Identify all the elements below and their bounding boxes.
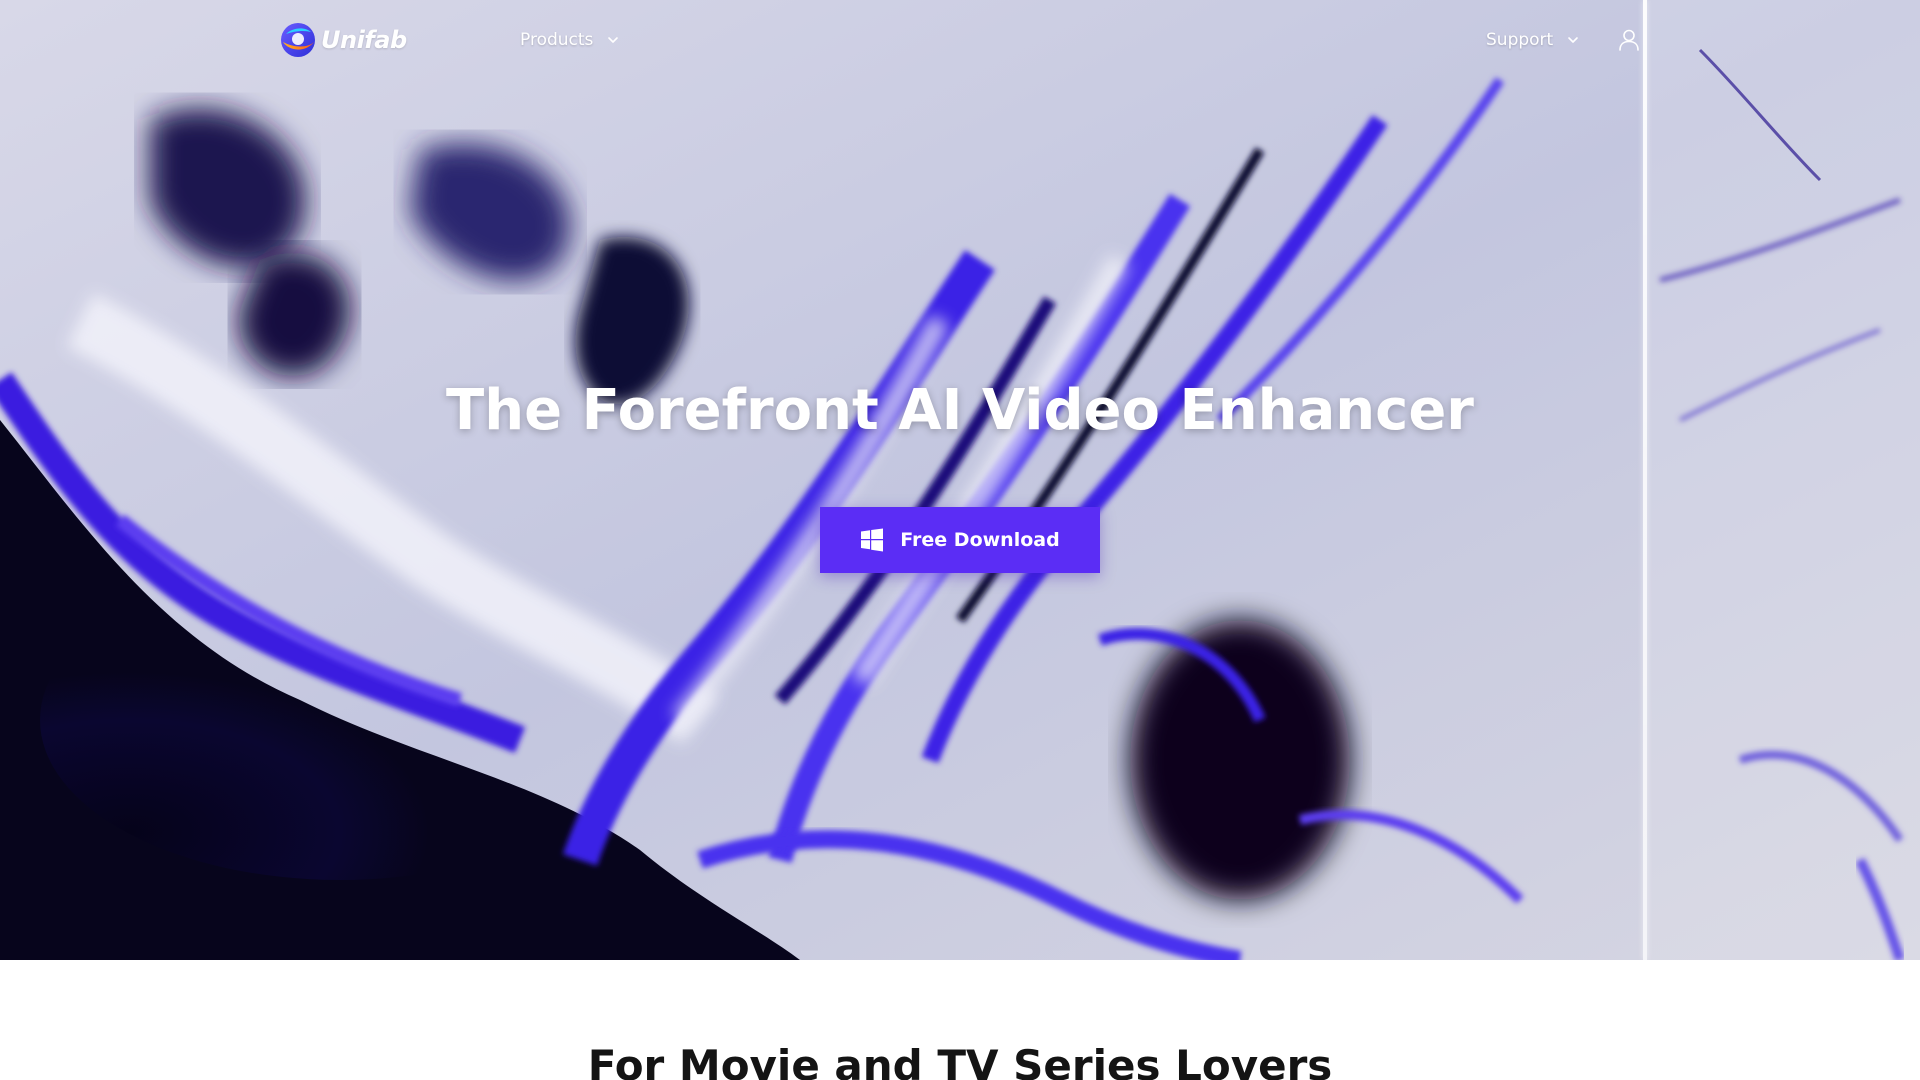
nav-support[interactable]: Support	[1486, 26, 1579, 54]
unifab-logo-icon	[281, 23, 315, 57]
brand-name: Unifab	[321, 26, 407, 54]
unifab-logo[interactable]: Unifab	[278, 20, 407, 60]
chevron-down-icon	[1568, 37, 1579, 43]
free-download-label: Free Download	[900, 529, 1060, 551]
section-heading: For Movie and TV Series Lovers	[587, 1041, 1333, 1080]
user-icon[interactable]	[1618, 28, 1640, 52]
windows-icon	[861, 528, 884, 552]
chevron-down-icon	[608, 37, 619, 43]
hero-comparison-panel	[1647, 0, 1920, 960]
nav-products-label: Products	[520, 30, 594, 50]
comparison-slider-handle[interactable]	[1643, 0, 1647, 960]
page: The Forefront AI Video Enhancer Free Dow…	[0, 0, 1920, 1080]
nav-support-label: Support	[1486, 30, 1554, 50]
hero-title: The Forefront AI Video Enhancer	[446, 378, 1474, 443]
nav-products[interactable]: Products	[520, 26, 619, 54]
hero-background-image	[0, 0, 1920, 960]
site-header: Unifab Products Support	[0, 0, 1920, 80]
hero-banner: The Forefront AI Video Enhancer Free Dow…	[0, 0, 1920, 960]
free-download-button[interactable]: Free Download	[820, 507, 1100, 573]
